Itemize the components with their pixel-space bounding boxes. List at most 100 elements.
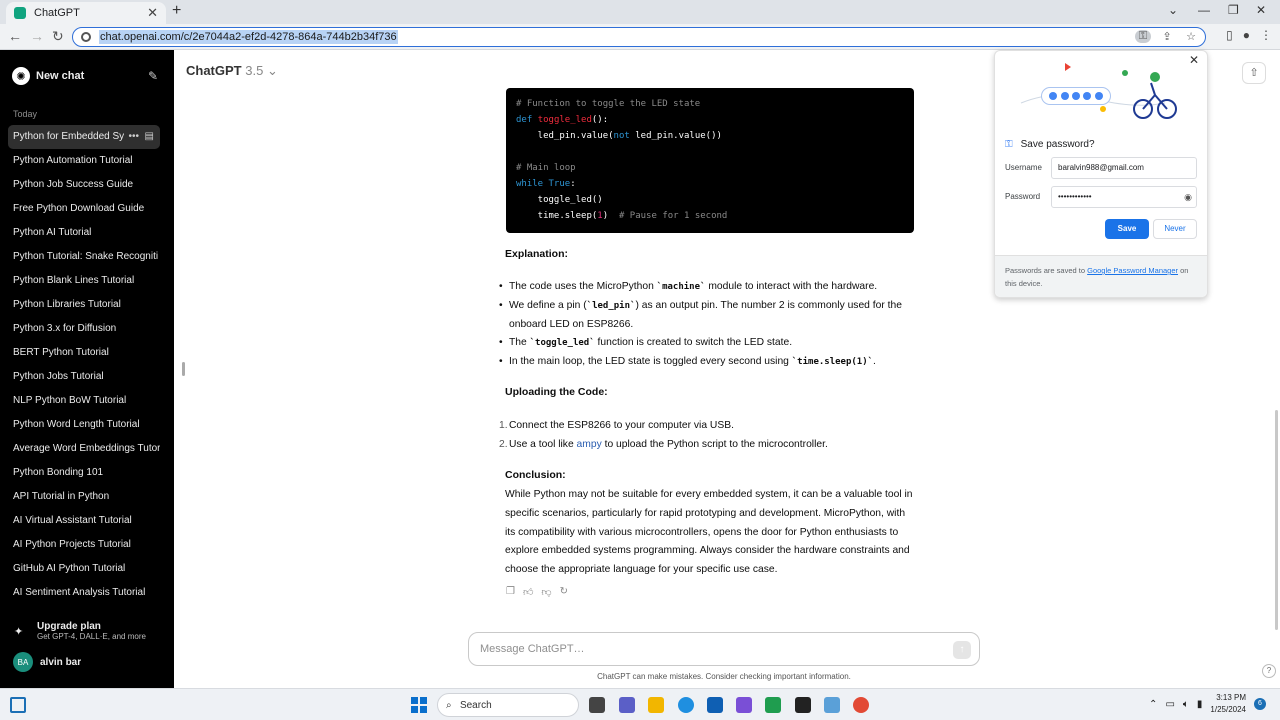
- save-button[interactable]: Save: [1105, 219, 1149, 239]
- chat-history-item[interactable]: Python Jobs Tutorial: [8, 365, 160, 389]
- chat-history-item[interactable]: Python Automation Tutorial: [8, 149, 160, 173]
- address-bar[interactable]: chat.openai.com/c/2e7044a2-ef2d-4278-864…: [72, 27, 1206, 47]
- browser-tab[interactable]: ChatGPT ✕: [6, 2, 166, 24]
- network-icon[interactable]: ▭: [1165, 699, 1174, 710]
- chat-history-item[interactable]: Python Job Success Guide: [8, 173, 160, 197]
- upgrade-plan-button[interactable]: ✦ Upgrade plan Get GPT-4, DALL·E, and mo…: [14, 621, 164, 641]
- chat-history-item[interactable]: Python Bonding 101: [8, 461, 160, 485]
- chat-history-item[interactable]: Python Tutorial: Snake Recogniti: [8, 245, 160, 269]
- chat-history-item[interactable]: AI Virtual Assistant Tutorial: [8, 509, 160, 533]
- code-line: while True:: [516, 179, 576, 189]
- notification-badge[interactable]: 6: [1254, 698, 1266, 710]
- chevron-up-icon[interactable]: ⌃: [1149, 699, 1157, 710]
- copy-icon[interactable]: ❐: [506, 586, 515, 598]
- thumbs-down-icon[interactable]: 👎︎: [541, 586, 551, 598]
- widgets-icon[interactable]: [10, 697, 26, 713]
- reload-icon[interactable]: ↻: [52, 28, 64, 45]
- tab-search-icon[interactable]: ⌄: [1168, 3, 1178, 17]
- chat-history-item[interactable]: Average Word Embeddings Tutor: [8, 437, 160, 461]
- back-icon[interactable]: ←: [8, 28, 22, 44]
- chevron-down-icon: ⌄: [266, 63, 278, 78]
- send-icon[interactable]: ↑: [953, 641, 971, 659]
- forward-icon[interactable]: →: [30, 28, 44, 44]
- maximize-icon[interactable]: ❐: [1228, 3, 1239, 17]
- chrome-icon[interactable]: [853, 697, 869, 713]
- help-icon[interactable]: ?: [1262, 664, 1276, 678]
- password-manager-link[interactable]: Google Password Manager: [1087, 266, 1178, 275]
- url-text: chat.openai.com/c/2e7044a2-ef2d-4278-864…: [99, 30, 398, 44]
- file-explorer-icon[interactable]: [648, 697, 664, 713]
- archive-icon[interactable]: ▤: [145, 131, 154, 142]
- bookmark-star-icon[interactable]: ☆: [1183, 30, 1199, 43]
- username-field[interactable]: baralvin988@gmail.com: [1051, 157, 1197, 179]
- side-panel-icon[interactable]: ▯: [1226, 28, 1233, 42]
- new-chat-label: New chat: [36, 70, 85, 82]
- code-line: # Main loop: [516, 163, 576, 173]
- excel-icon[interactable]: [765, 697, 781, 713]
- chat-history-item[interactable]: Python Word Length Tutorial: [8, 413, 160, 437]
- system-tray: ⌃ ▭ 🔈︎ ▮ 3:13 PM 1/25/2024 6: [1149, 692, 1266, 716]
- site-info-icon[interactable]: [81, 32, 91, 42]
- model-selector[interactable]: ChatGPT 3.5 ⌄: [186, 63, 278, 79]
- start-button[interactable]: [411, 697, 427, 713]
- chat-history-item[interactable]: BERT Python Tutorial: [8, 341, 160, 365]
- chat-history-item[interactable]: AI Python Projects Tutorial: [8, 533, 160, 557]
- chat-history-item[interactable]: Python Blank Lines Tutorial: [8, 269, 160, 293]
- terminal-icon[interactable]: [795, 697, 811, 713]
- list-item: • The `toggle_led` function is created to…: [499, 337, 793, 348]
- chat-history-item[interactable]: Python AI Tutorial: [8, 221, 160, 245]
- sidebar-toggle-handle[interactable]: [182, 362, 185, 376]
- code-line: led_pin.value(not led_pin.value()): [516, 131, 722, 141]
- close-window-icon[interactable]: ✕: [1256, 3, 1266, 17]
- clock[interactable]: 3:13 PM 1/25/2024: [1210, 692, 1246, 716]
- battery-icon[interactable]: ▮: [1197, 699, 1203, 710]
- ampy-link[interactable]: ampy: [577, 439, 602, 450]
- taskbar: ⌕ Search ⌃ ▭ 🔈︎ ▮ 3:13 PM 1/25/2024 6: [0, 688, 1280, 720]
- sparkle-icon: ✦: [14, 626, 24, 638]
- chat-history-item[interactable]: Python Libraries Tutorial: [8, 293, 160, 317]
- vpn-app-icon[interactable]: [736, 697, 752, 713]
- edge-browser-icon[interactable]: [678, 697, 694, 713]
- never-button[interactable]: Never: [1153, 219, 1197, 239]
- chat-history-item[interactable]: NLP Python BoW Tutorial: [8, 389, 160, 413]
- taskbar-search[interactable]: ⌕ Search: [437, 693, 579, 717]
- profile-icon[interactable]: ●: [1243, 28, 1250, 42]
- more-options-icon[interactable]: •••: [128, 131, 139, 142]
- close-icon[interactable]: ✕: [1189, 53, 1199, 67]
- thumbs-up-icon[interactable]: 👍︎: [523, 586, 533, 598]
- new-chat-button[interactable]: ✺ New chat ✎: [12, 66, 162, 86]
- task-view-icon[interactable]: [589, 697, 605, 713]
- regenerate-icon[interactable]: ↻: [560, 586, 568, 598]
- chat-history-item[interactable]: Python for Embedded Sys ••• ▤: [8, 125, 160, 149]
- show-password-icon[interactable]: ◉: [1184, 187, 1192, 207]
- share-icon[interactable]: ⇪: [1159, 30, 1175, 43]
- chat-history-item[interactable]: Python 3.x for Diffusion: [8, 317, 160, 341]
- explanation-heading: Explanation:: [505, 248, 569, 260]
- upgrade-title: Upgrade plan: [37, 621, 101, 632]
- store-icon[interactable]: [707, 697, 723, 713]
- user-name: alvin bar: [40, 656, 82, 668]
- browser-menu-icon[interactable]: ⋮: [1260, 28, 1272, 42]
- share-chat-button[interactable]: ⇧: [1242, 62, 1266, 84]
- new-tab-icon[interactable]: +: [172, 2, 181, 20]
- password-key-icon[interactable]: ⚿: [1135, 30, 1151, 43]
- list-item: • In the main loop, the LED state is togg…: [499, 356, 876, 367]
- password-field[interactable]: •••••••••••• ◉: [1051, 186, 1197, 208]
- chatgpt-favicon-icon: [14, 7, 26, 19]
- close-tab-icon[interactable]: ✕: [147, 5, 158, 21]
- minimize-icon[interactable]: —: [1198, 3, 1210, 17]
- chat-app-icon[interactable]: [619, 697, 635, 713]
- tab-title: ChatGPT: [34, 7, 80, 19]
- chat-history-item[interactable]: API Tutorial in Python: [8, 485, 160, 509]
- message-input[interactable]: Message ChatGPT… ↑: [468, 632, 980, 666]
- chat-history-item[interactable]: Free Python Download Guide: [8, 197, 160, 221]
- message-placeholder: Message ChatGPT…: [480, 643, 585, 655]
- compose-icon[interactable]: ✎: [148, 69, 158, 83]
- user-menu[interactable]: BA alvin bar: [13, 652, 81, 672]
- chat-history-item[interactable]: GitHub AI Python Tutorial: [8, 557, 160, 581]
- scrollbar[interactable]: [1275, 410, 1278, 630]
- chat-history-item[interactable]: AI Sentiment Analysis Tutorial: [8, 581, 160, 605]
- remote-desktop-icon[interactable]: [824, 697, 840, 713]
- volume-icon[interactable]: 🔈︎: [1183, 699, 1189, 710]
